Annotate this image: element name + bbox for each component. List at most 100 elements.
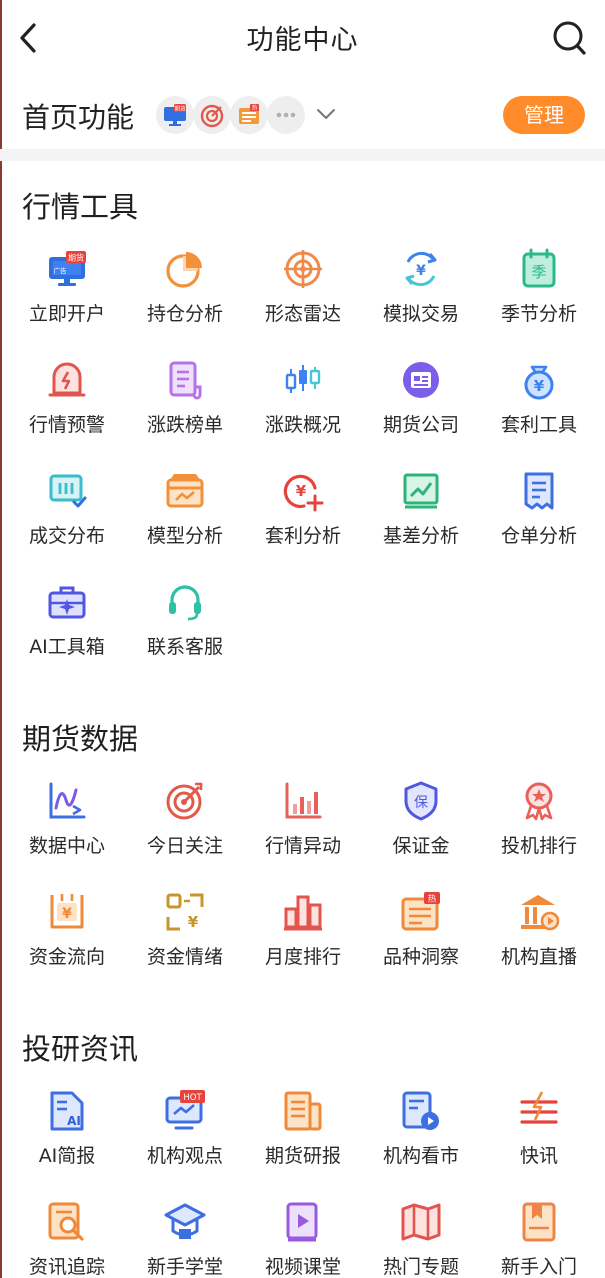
function-item-label: 投机排行	[500, 835, 577, 857]
function-item-label: 资金流向	[28, 946, 105, 968]
function-item[interactable]: 行情异动	[244, 780, 362, 890]
season-calendar-icon: 季	[518, 248, 560, 290]
function-item[interactable]: 视频课堂	[244, 1201, 362, 1278]
trade-distribution-icon	[46, 470, 88, 512]
research-report-icon	[282, 1090, 324, 1132]
svg-text:¥: ¥	[416, 263, 426, 279]
function-item-label: 成交分布	[28, 525, 105, 547]
medal-icon	[518, 780, 560, 822]
function-item[interactable]: 数据中心	[8, 780, 126, 890]
open-account-mini-icon: 期货	[156, 96, 194, 134]
function-item[interactable]: AI工具箱	[8, 581, 126, 691]
section-divider	[0, 149, 605, 161]
more-dots-icon	[267, 96, 305, 134]
left-edge-strip	[0, 0, 2, 1278]
function-item-label: 模拟交易	[382, 303, 459, 325]
function-item[interactable]: 持仓分析	[126, 248, 244, 358]
ai-brief-icon: AI	[46, 1090, 88, 1132]
svg-text:¥: ¥	[188, 913, 199, 931]
function-item-label: 机构看市	[382, 1145, 459, 1167]
function-item-label: 数据中心	[28, 835, 105, 857]
svg-text:广告: 广告	[54, 266, 68, 275]
fund-sentiment-icon: ¥	[164, 891, 206, 933]
function-item[interactable]: 快讯	[480, 1090, 598, 1200]
home-functions-title: 首页功能	[22, 101, 135, 134]
section-title: 期货数据	[22, 722, 139, 756]
search-icon[interactable]	[551, 18, 589, 58]
function-item-label: 视频课堂	[264, 1256, 341, 1278]
function-item[interactable]: 期货公司	[362, 359, 480, 469]
svg-text:¥: ¥	[534, 377, 545, 395]
function-item[interactable]: ¥ 模拟交易	[362, 248, 480, 358]
hot-topic-map-icon	[400, 1201, 442, 1243]
function-item[interactable]: ¥ 套利分析	[244, 470, 362, 580]
toolbox-icon	[46, 581, 88, 623]
function-item[interactable]: 基差分析	[362, 470, 480, 580]
function-item[interactable]: 新手入门	[480, 1201, 598, 1278]
function-item[interactable]: 涨跌榜单	[126, 359, 244, 469]
function-item[interactable]: 热品种洞察	[362, 891, 480, 1001]
manage-button[interactable]: 管理	[503, 96, 585, 134]
svg-text:保: 保	[414, 795, 428, 811]
function-item[interactable]: ¥ 套利工具	[480, 359, 598, 469]
function-item[interactable]: ¥ 资金情绪	[126, 891, 244, 1001]
pie-chart-icon	[164, 248, 206, 290]
function-item-label: 机构直播	[500, 946, 577, 968]
function-item-label: 新手入门	[500, 1256, 577, 1278]
radar-icon	[282, 248, 324, 290]
function-item[interactable]: 期货 广告 立即开户	[8, 248, 126, 358]
function-item[interactable]: 新手学堂	[126, 1201, 244, 1278]
function-item[interactable]: 形态雷达	[244, 248, 362, 358]
exchange-icon: ¥	[400, 248, 442, 290]
function-item[interactable]: 月度排行	[244, 891, 362, 1001]
alarm-icon	[46, 359, 88, 401]
headset-icon	[164, 581, 206, 623]
function-item[interactable]: 仓单分析	[480, 470, 598, 580]
company-icon	[400, 359, 442, 401]
chevron-down-icon[interactable]	[316, 106, 336, 120]
function-item-label: 今日关注	[146, 835, 223, 857]
function-item-label: 品种洞察	[382, 946, 459, 968]
function-item[interactable]: 资讯追踪	[8, 1201, 126, 1278]
function-item-label: 资讯追踪	[28, 1256, 105, 1278]
function-item-label: 涨跌榜单	[146, 414, 223, 436]
function-item[interactable]: 季季节分析	[480, 248, 598, 358]
function-item[interactable]: 行情预警	[8, 359, 126, 469]
function-item-label: 机构观点	[146, 1145, 223, 1167]
function-item-label: 热门专题	[382, 1256, 459, 1278]
function-item[interactable]: 模型分析	[126, 470, 244, 580]
function-item-label: 联系客服	[146, 636, 223, 658]
svg-text:¥: ¥	[62, 906, 72, 922]
function-item-label: 资金情绪	[146, 946, 223, 968]
open-account-icon: 期货 广告	[46, 248, 88, 290]
function-item[interactable]: 成交分布	[8, 470, 126, 580]
function-item-label: 快讯	[519, 1145, 558, 1167]
function-item-label: AI简报	[38, 1145, 96, 1167]
function-item[interactable]: 涨跌概况	[244, 359, 362, 469]
model-box-icon	[164, 470, 206, 512]
function-item[interactable]: 机构看市	[362, 1090, 480, 1200]
function-item[interactable]: AI AI简报	[8, 1090, 126, 1200]
function-item[interactable]: 热门专题	[362, 1201, 480, 1278]
function-item-label: 月度排行	[264, 946, 341, 968]
function-item[interactable]: 投机排行	[480, 780, 598, 890]
section-title: 投研资讯	[22, 1032, 139, 1066]
function-item[interactable]: 联系客服	[126, 581, 244, 691]
function-item[interactable]: 保保证金	[362, 780, 480, 890]
function-item-label: 套利工具	[500, 414, 577, 436]
function-item[interactable]: 期货研报	[244, 1090, 362, 1200]
news-track-icon	[46, 1201, 88, 1243]
target-mini-icon	[193, 96, 231, 134]
svg-text:¥: ¥	[296, 482, 307, 500]
video-book-icon	[282, 1201, 324, 1243]
function-item[interactable]: ¥ 资金流向	[8, 891, 126, 1001]
function-item[interactable]: 机构直播	[480, 891, 598, 1001]
function-item-label: AI工具箱	[29, 636, 105, 658]
function-item[interactable]: 今日关注	[126, 780, 244, 890]
function-item-label: 保证金	[392, 835, 450, 857]
target-icon	[164, 780, 206, 822]
institution-live-icon	[518, 891, 560, 933]
function-item[interactable]: HOT 机构观点	[126, 1090, 244, 1200]
function-item-label: 仓单分析	[500, 525, 577, 547]
function-item-label: 模型分析	[146, 525, 223, 547]
